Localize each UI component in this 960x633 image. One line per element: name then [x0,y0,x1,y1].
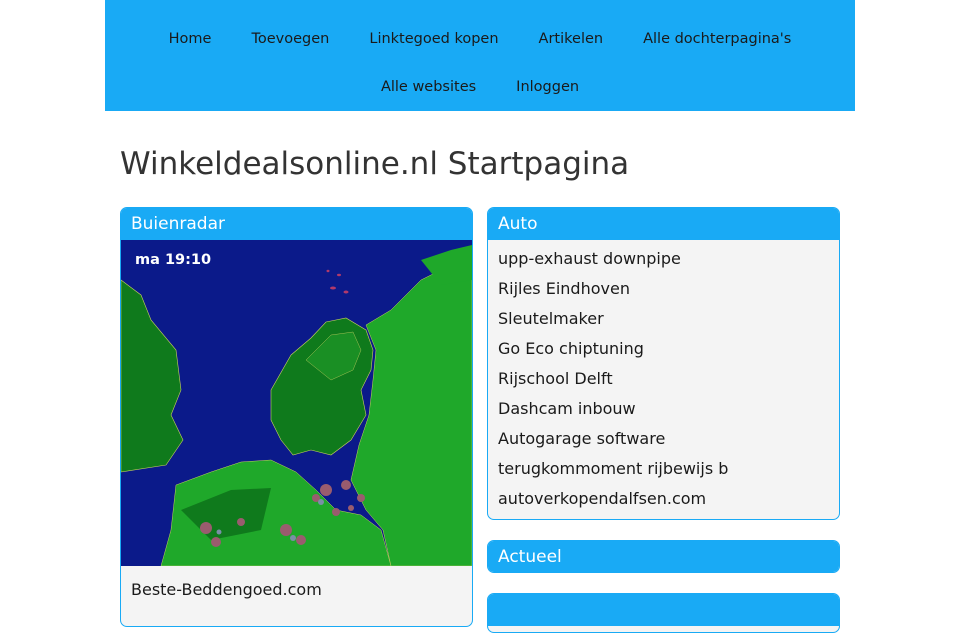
beste-beddengoed-link[interactable]: Beste-Beddengoed.com [131,580,322,599]
next-card-header [488,594,839,626]
top-navigation: Home Toevoegen Linktegoed kopen Artikele… [105,0,855,111]
buienradar-card: Buienradar ma 19:10 Beste-Beddengoed.com [120,207,473,627]
nav-inloggen[interactable]: Inloggen [496,78,599,96]
actueel-card: Actueel [487,540,840,573]
next-card [487,593,840,633]
rain-radar-map[interactable] [121,240,472,566]
list-item[interactable]: autoverkopendalfsen.com [498,486,839,516]
auto-card: Auto upp-exhaust downpipe Rijles Eindhov… [487,207,840,520]
list-item[interactable]: upp-exhaust downpipe [498,246,839,276]
auto-link-list: upp-exhaust downpipe Rijles Eindhoven Sl… [488,240,839,516]
list-item[interactable]: Autogarage software [498,426,839,456]
buienradar-header: Buienradar [121,208,472,240]
list-item[interactable]: Go Eco chiptuning [498,336,839,366]
page-title: Winkeldealsonline.nl Startpagina [120,146,630,182]
list-item[interactable]: Rijschool Delft [498,366,839,396]
list-item[interactable]: Sleutelmaker [498,306,839,336]
auto-header: Auto [488,208,839,240]
actueel-header: Actueel [488,541,839,572]
nav-toevoegen[interactable]: Toevoegen [231,30,349,48]
nav-row-secondary: Alle websites Inloggen [105,78,855,96]
nav-alle-dochterpaginas[interactable]: Alle dochterpagina's [623,30,811,48]
list-item[interactable]: Rijles Eindhoven [498,276,839,306]
list-item[interactable]: terugkommoment rijbewijs b [498,456,839,486]
radar-time-label: ma 19:10 [135,252,212,268]
nav-row-primary: Home Toevoegen Linktegoed kopen Artikele… [105,30,855,48]
nav-alle-websites[interactable]: Alle websites [361,78,496,96]
list-item[interactable]: Dashcam inbouw [498,396,839,426]
nav-home[interactable]: Home [149,30,232,48]
nav-artikelen[interactable]: Artikelen [519,30,624,48]
nav-linktegoed-kopen[interactable]: Linktegoed kopen [349,30,518,48]
